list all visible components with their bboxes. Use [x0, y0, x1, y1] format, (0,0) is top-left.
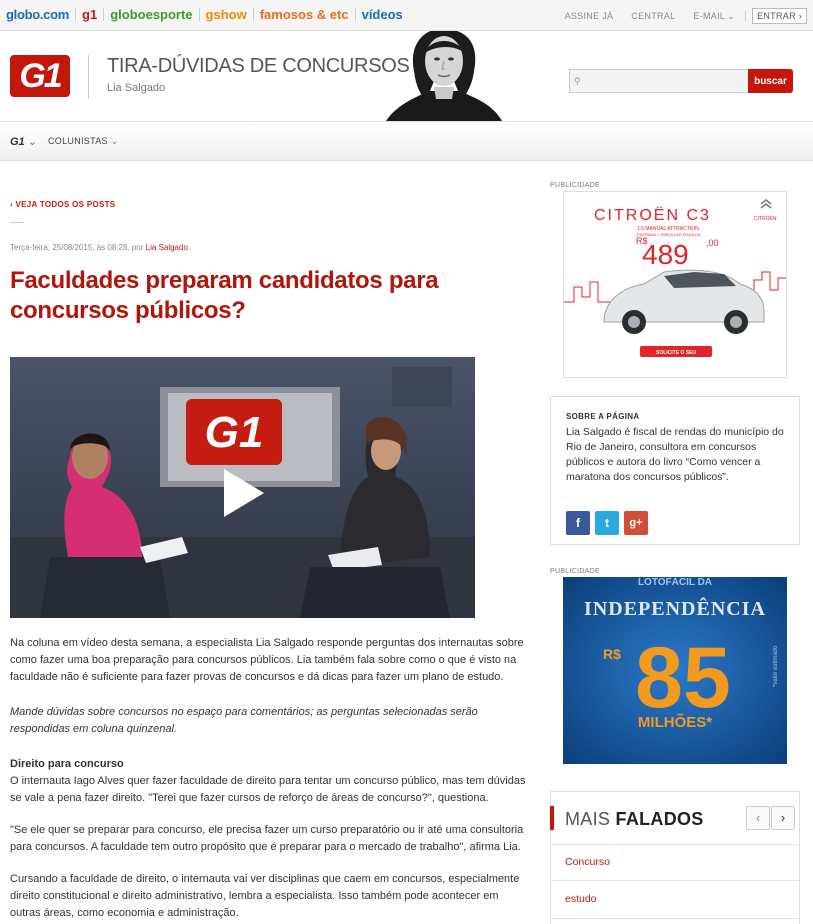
- post-meta: Terça-feira, 25/08/2015, às 08:28, por L…: [10, 243, 188, 252]
- chevron-right-icon: ›: [798, 11, 802, 21]
- ad-price: 489: [642, 239, 689, 270]
- chevron-down-icon: ⌄: [27, 136, 37, 148]
- prev-button[interactable]: ‹: [746, 806, 770, 830]
- post-subheading: Direito para concurso: [10, 758, 124, 770]
- post-paragraph: O internauta Iago Alves quer fazer facul…: [10, 775, 526, 804]
- advertising-label: PUBLICIDADE: [550, 182, 600, 189]
- citroen-logo-icon: [760, 199, 772, 209]
- post-title: Faculdades preparam candidatos para conc…: [10, 267, 439, 324]
- advertising-label: PUBLICIDADE: [550, 568, 600, 575]
- divider: [103, 8, 105, 21]
- ad-logo: CITROËN: [754, 215, 777, 222]
- post-paragraph: Na coluna em vídeo desta semana, a espec…: [10, 637, 524, 683]
- section-nav: G1 ⌄ COLUNISTAS ⌄: [0, 121, 813, 161]
- blog-title[interactable]: TIRA-DÚVIDAS DE CONCURSOS: [107, 55, 410, 78]
- about-heading: SOBRE A PÁGINA: [566, 412, 640, 421]
- all-posts-link[interactable]: ‹ VEJA TODOS OS POSTS: [10, 200, 115, 209]
- most-discussed-item[interactable]: estudo: [565, 893, 597, 905]
- portal-nav: globo.com g1 globoesporte gshow famosos …: [6, 7, 403, 22]
- global-top-bar: globo.com g1 globoesporte gshow famosos …: [0, 0, 813, 31]
- post-author-link[interactable]: Lia Salgado: [146, 243, 188, 252]
- most-discussed-item[interactable]: Concurso: [565, 856, 610, 868]
- about-page-box: SOBRE A PÁGINA Lia Salgado é fiscal de r…: [550, 396, 800, 545]
- ad-cta-button[interactable]: SOLICITE O SEU: [656, 350, 696, 356]
- divider: [745, 11, 747, 21]
- divider: [551, 880, 799, 881]
- g1-logo[interactable]: G1: [10, 55, 70, 97]
- ad-title: INDEPENDÊNCIA: [584, 596, 766, 620]
- search-input[interactable]: [569, 69, 749, 93]
- nav-g1[interactable]: g1: [82, 7, 97, 22]
- divider: [198, 8, 200, 21]
- facebook-icon[interactable]: f: [566, 511, 590, 535]
- google-plus-icon[interactable]: g+: [624, 511, 648, 535]
- ad-currency: R$: [603, 646, 621, 662]
- entrar-button[interactable]: ENTRAR ›: [752, 8, 807, 24]
- most-discussed-box: MAIS FALADOS ‹ › Concurso estudo: [550, 791, 800, 924]
- nav-videos[interactable]: vídeos: [362, 7, 403, 22]
- title-light: MAIS: [565, 809, 616, 829]
- next-button[interactable]: ›: [771, 806, 795, 830]
- divider: [75, 8, 77, 21]
- nav-gshow[interactable]: gshow: [206, 7, 247, 22]
- ad-value: 85: [635, 630, 731, 726]
- nav-globo[interactable]: globo.com: [6, 7, 69, 22]
- post-date: Terça-feira, 25/08/2015, às 08:28, por: [10, 243, 146, 252]
- search-icon: ⚲: [574, 76, 581, 86]
- entrar-label: ENTRAR: [757, 11, 796, 21]
- nav-famosos[interactable]: famosos & etc: [260, 7, 349, 22]
- divider: [354, 8, 356, 21]
- post-paragraph: "Se ele quer se preparar para concurso, …: [10, 824, 524, 853]
- g1-menu[interactable]: G1 ⌄: [10, 135, 37, 148]
- ad-brand: CITROËN C3: [594, 206, 711, 224]
- lotofacil-ad[interactable]: LOTOFÁCIL DA INDEPENDÊNCIA R$ 85 MILHÕES…: [563, 577, 787, 764]
- divider: [252, 8, 254, 21]
- account-links: ASSINE JÁ CENTRAL E-MAIL ⌄ ENTRAR ›: [547, 8, 807, 24]
- divider: [88, 55, 89, 99]
- ad-note: *valor estimado: [773, 645, 779, 687]
- video-logo: G1: [205, 408, 264, 457]
- author-portrait: [378, 31, 510, 121]
- citroen-ad[interactable]: CITROËN C3 1.5 MANUAL ATTRACTION ENTRADA…: [563, 191, 787, 378]
- divider: [551, 844, 799, 845]
- most-discussed-title: MAIS FALADOS: [565, 809, 704, 830]
- assine-link[interactable]: ASSINE JÁ: [565, 11, 614, 21]
- search-button[interactable]: buscar: [748, 69, 793, 93]
- search-box: ⚲ buscar: [569, 69, 793, 93]
- post-paragraph: Cursando a faculdade de direito, o inter…: [10, 873, 520, 919]
- colunistas-label: COLUNISTAS: [48, 136, 108, 146]
- blog-header: G1 TIRA-DÚVIDAS DE CONCURSOS Lia Salgado…: [0, 31, 813, 121]
- ad-cents: ,00: [706, 238, 719, 248]
- twitter-icon[interactable]: t: [595, 511, 619, 535]
- blog-author: Lia Salgado: [107, 82, 166, 94]
- video-player[interactable]: G1: [10, 357, 475, 618]
- accent-bar: [550, 806, 554, 830]
- chevron-down-icon: ⌄: [110, 136, 119, 146]
- chevron-down-icon: ⌄: [727, 10, 736, 21]
- email-link[interactable]: E-MAIL ⌄: [693, 11, 735, 22]
- ad-unit: MILHÕES*: [638, 713, 712, 731]
- all-posts-label: VEJA TODOS OS POSTS: [15, 200, 116, 209]
- divider: [551, 918, 799, 919]
- title-bold: FALADOS: [615, 809, 704, 829]
- g1-menu-label: G1: [10, 136, 25, 148]
- nav-globoesporte[interactable]: globoesporte: [110, 7, 192, 22]
- about-text: Lia Salgado é fiscal de rendas do municí…: [566, 426, 784, 483]
- central-link[interactable]: CENTRAL: [631, 11, 675, 21]
- post-paragraph: Mande dúvidas sobre concursos no espaço …: [10, 706, 478, 735]
- email-label: E-MAIL: [693, 10, 726, 21]
- divider: [10, 222, 24, 223]
- colunistas-menu[interactable]: COLUNISTAS ⌄: [48, 136, 119, 147]
- ad-top-text: LOTOFÁCIL DA: [638, 577, 712, 588]
